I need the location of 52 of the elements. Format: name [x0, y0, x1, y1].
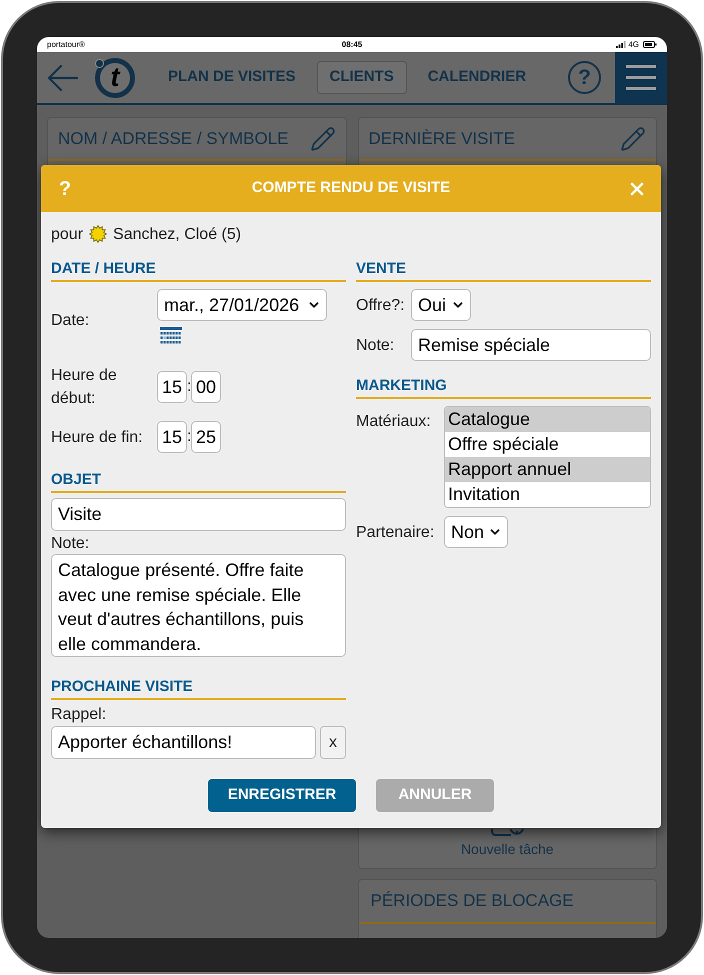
offer-select[interactable]: Oui — [411, 289, 471, 321]
field-label: Offre?: — [356, 296, 406, 316]
field-label: Date: — [51, 311, 90, 331]
time-input[interactable]: 15 — [157, 421, 187, 453]
field-label: Matériaux: — [356, 412, 432, 432]
field-label: Note: — [356, 336, 396, 356]
section-heading: PROCHAINE VISITE — [51, 677, 193, 697]
client-name: Sanchez, Cloé (5) — [113, 224, 242, 244]
card-title: PÉRIODES DE BLOCAGE — [370, 890, 574, 912]
partner-select[interactable]: Non — [444, 516, 508, 548]
materials-listbox[interactable]: Catalogue Offre spéciale Rapport annuel Invitation — [444, 406, 651, 508]
network-text: 4G — [628, 40, 639, 50]
calendar-icon[interactable] — [160, 327, 182, 344]
pencil-icon[interactable] — [310, 126, 336, 152]
menu-icon — [626, 65, 656, 90]
partial-icon — [490, 829, 524, 839]
pencil-icon[interactable] — [620, 126, 646, 152]
section-heading: MARKETING — [356, 376, 447, 396]
back-arrow-icon[interactable] — [47, 64, 78, 92]
field-label: Partenaire: — [356, 522, 436, 542]
time-input[interactable]: 00 — [191, 371, 221, 403]
time-separator: : — [187, 377, 191, 397]
save-button[interactable]: ENREGISTRER — [208, 779, 356, 812]
menu-button[interactable] — [615, 52, 667, 103]
field-label: Note: — [51, 534, 90, 554]
app-logo[interactable]: t — [95, 58, 135, 98]
clear-button[interactable]: x — [320, 726, 346, 759]
time-input[interactable]: 15 — [157, 371, 187, 403]
sale-note-input[interactable]: Remise spéciale — [411, 329, 651, 361]
time-input[interactable]: 25 — [191, 421, 221, 453]
section-heading: VENTE — [356, 259, 406, 279]
card-title: DERNIÈRE VISITE — [368, 128, 515, 150]
starburst-icon — [89, 225, 108, 243]
reminder-input[interactable]: Apporter échantillons! — [51, 726, 316, 759]
subject-input[interactable]: Visite — [51, 498, 346, 531]
date-select[interactable]: mar., 27/01/2026 — [157, 289, 327, 321]
field-label: Heure de début: — [51, 366, 118, 409]
section-heading: OBJET — [51, 470, 102, 490]
field-label: Rappel: — [51, 705, 108, 725]
battery-icon — [643, 41, 657, 48]
section-heading: DATE / HEURE — [51, 259, 156, 279]
list-option[interactable]: Rapport annuel — [445, 457, 650, 482]
list-option[interactable]: Catalogue — [445, 407, 650, 432]
carrier-text: portatour® — [47, 40, 86, 50]
status-time: 08:45 — [342, 40, 362, 50]
for-label: pour — [51, 224, 84, 244]
signal-icon — [616, 41, 626, 48]
note-textarea[interactable]: Catalogue présenté. Offre faite avec une remise spéciale. Elle veut d'autres échantillons, puis elle commandera. — [51, 554, 346, 657]
time-separator: : — [187, 427, 191, 447]
dialog-title: COMPTE RENDU DE VISITE — [250, 178, 452, 198]
field-label: Heure de fin: — [51, 428, 144, 448]
card-title: NOM / ADRESSE / SYMBOLE — [58, 128, 289, 150]
